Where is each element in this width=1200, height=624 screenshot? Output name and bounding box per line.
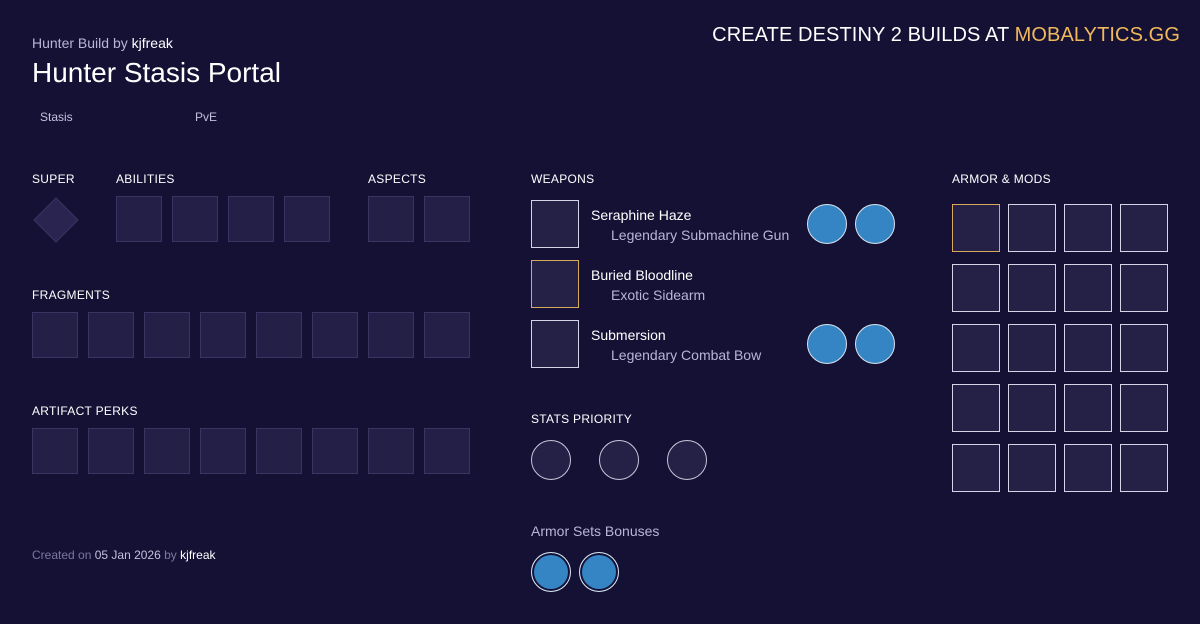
armor-mod-slot[interactable] bbox=[1120, 264, 1168, 312]
armor-chest-slot[interactable] bbox=[952, 324, 1000, 372]
armor-mod-slot[interactable] bbox=[1008, 444, 1056, 492]
stat-icon[interactable] bbox=[667, 440, 707, 480]
promo-text: CREATE DESTINY 2 BUILDS AT bbox=[712, 24, 1009, 46]
page-title: Hunter Stasis Portal bbox=[32, 57, 281, 88]
weapon-name-2[interactable]: Buried Bloodline bbox=[591, 267, 693, 283]
artifact-perk-slot-3[interactable] bbox=[144, 428, 190, 474]
armor-helmet-slot[interactable] bbox=[952, 204, 1000, 252]
artifact-perk-slot-2[interactable] bbox=[88, 428, 134, 474]
armor-mods-label: ARMOR & MODS bbox=[952, 172, 1051, 186]
weapon-name-1[interactable]: Seraphine Haze bbox=[591, 207, 691, 223]
fragment-slot-6[interactable] bbox=[312, 312, 358, 358]
weapon-perk-icon[interactable] bbox=[807, 204, 847, 244]
armor-set-icon[interactable] bbox=[579, 552, 619, 592]
weapon-icon-2[interactable] bbox=[531, 260, 579, 308]
armor-mod-slot[interactable] bbox=[1120, 204, 1168, 252]
footer-author-link[interactable]: kjfreak bbox=[180, 548, 215, 562]
fragment-slot-8[interactable] bbox=[424, 312, 470, 358]
super-diamond-icon[interactable] bbox=[33, 197, 79, 243]
ability-slot-melee[interactable] bbox=[228, 196, 274, 242]
stat-icon[interactable] bbox=[599, 440, 639, 480]
armor-legs-slot[interactable] bbox=[952, 384, 1000, 432]
armor-mod-slot[interactable] bbox=[1120, 444, 1168, 492]
weapon-type-1: Legendary Submachine Gun bbox=[611, 227, 790, 243]
weapon-name-3[interactable]: Submersion bbox=[591, 327, 666, 343]
armor-mod-slot[interactable] bbox=[1008, 204, 1056, 252]
armor-class-item-slot[interactable] bbox=[952, 444, 1000, 492]
armor-sets-label: Armor Sets Bonuses bbox=[531, 523, 660, 539]
promo-brand[interactable]: MOBALYTICS.GG bbox=[1015, 24, 1180, 46]
artifact-perk-slot-7[interactable] bbox=[368, 428, 414, 474]
weapon-type-2: Exotic Sidearm bbox=[611, 287, 706, 303]
by-text: by bbox=[112, 35, 128, 51]
created-by-text: by bbox=[164, 548, 177, 562]
aspect-slot-1[interactable] bbox=[368, 196, 414, 242]
weapon-perk-icon[interactable] bbox=[855, 324, 895, 364]
ability-slot-class[interactable] bbox=[116, 196, 162, 242]
artifact-perk-slot-4[interactable] bbox=[200, 428, 246, 474]
created-info: Created on 05 Jan 2026 by kjfreak bbox=[32, 548, 216, 562]
weapon-icon-1[interactable] bbox=[531, 200, 579, 248]
armor-mod-slot[interactable] bbox=[1120, 384, 1168, 432]
armor-mod-slot[interactable] bbox=[1064, 444, 1112, 492]
armor-mod-slot[interactable] bbox=[1064, 384, 1112, 432]
artifact-perk-slot-5[interactable] bbox=[256, 428, 302, 474]
armor-arms-slot[interactable] bbox=[952, 264, 1000, 312]
fragment-slot-4[interactable] bbox=[200, 312, 246, 358]
created-on-text: Created on bbox=[32, 548, 92, 562]
build-meta: Hunter Build by kjfreak bbox=[32, 35, 173, 51]
created-date: 05 Jan 2026 bbox=[94, 548, 161, 562]
ability-slot-movement[interactable] bbox=[172, 196, 218, 242]
armor-mod-slot[interactable] bbox=[1064, 324, 1112, 372]
fragment-slot-5[interactable] bbox=[256, 312, 302, 358]
tag-subclass: Stasis bbox=[40, 110, 73, 124]
armor-set-icon[interactable] bbox=[531, 552, 571, 592]
fragment-slot-2[interactable] bbox=[88, 312, 134, 358]
weapon-icon-3[interactable] bbox=[531, 320, 579, 368]
armor-mod-slot[interactable] bbox=[1120, 324, 1168, 372]
weapon-perk-icon[interactable] bbox=[807, 324, 847, 364]
armor-mod-slot[interactable] bbox=[1064, 264, 1112, 312]
armor-mod-slot[interactable] bbox=[1008, 384, 1056, 432]
tag-mode: PvE bbox=[195, 110, 218, 124]
fragment-slot-7[interactable] bbox=[368, 312, 414, 358]
armor-mod-slot[interactable] bbox=[1064, 204, 1112, 252]
weapons-label: WEAPONS bbox=[531, 172, 595, 186]
artifact-perk-slot-8[interactable] bbox=[424, 428, 470, 474]
artifact-perk-slot-1[interactable] bbox=[32, 428, 78, 474]
stats-priority-label: STATS PRIORITY bbox=[531, 412, 633, 426]
abilities-label: ABILITIES bbox=[116, 172, 175, 186]
artifact-perk-slot-6[interactable] bbox=[312, 428, 358, 474]
weapon-perk-icon[interactable] bbox=[855, 204, 895, 244]
build-type: Hunter Build bbox=[32, 35, 110, 51]
armor-mod-slot[interactable] bbox=[1008, 324, 1056, 372]
artifact-perks-label: ARTIFACT PERKS bbox=[32, 404, 138, 418]
armor-mod-slot[interactable] bbox=[1008, 264, 1056, 312]
ability-slot-grenade[interactable] bbox=[284, 196, 330, 242]
stat-icon[interactable] bbox=[531, 440, 571, 480]
author-link[interactable]: kjfreak bbox=[132, 35, 173, 51]
promo-banner[interactable]: CREATE DESTINY 2 BUILDS AT MOBALYTICS.GG bbox=[712, 24, 1180, 47]
weapon-type-3: Legendary Combat Bow bbox=[611, 347, 762, 363]
fragments-label: FRAGMENTS bbox=[32, 288, 111, 302]
super-label: SUPER bbox=[32, 172, 75, 186]
aspects-label: ASPECTS bbox=[368, 172, 427, 186]
fragment-slot-1[interactable] bbox=[32, 312, 78, 358]
fragment-slot-3[interactable] bbox=[144, 312, 190, 358]
aspect-slot-2[interactable] bbox=[424, 196, 470, 242]
